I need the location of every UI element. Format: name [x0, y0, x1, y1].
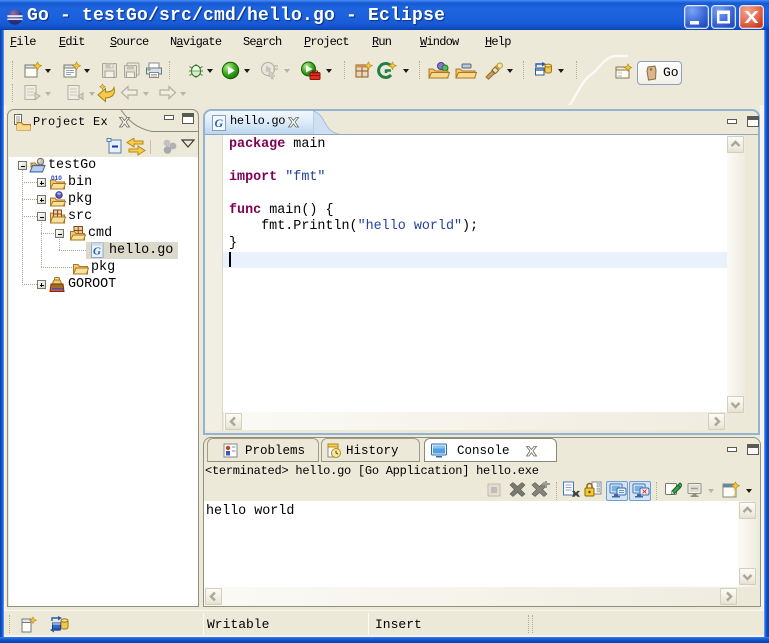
svg-text:G: G	[215, 116, 224, 130]
svg-text:010: 010	[51, 175, 62, 182]
svg-text:G: G	[93, 246, 101, 258]
